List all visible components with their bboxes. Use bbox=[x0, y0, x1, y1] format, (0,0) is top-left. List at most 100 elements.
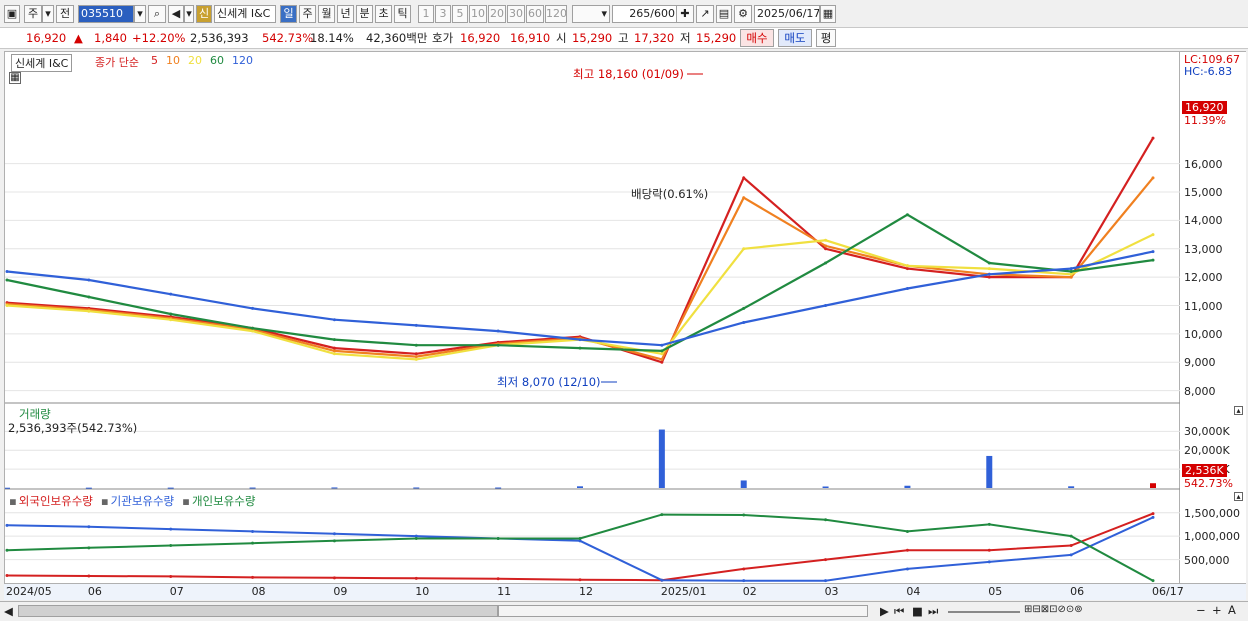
series-point bbox=[414, 536, 418, 540]
series-point bbox=[251, 575, 255, 579]
count-field[interactable]: 265/600 bbox=[612, 5, 678, 23]
open-label: 시 bbox=[556, 31, 567, 45]
series-point bbox=[1069, 275, 1073, 279]
last-page-icon[interactable]: ⏭ bbox=[928, 604, 938, 619]
ask-price: 16,920 bbox=[460, 31, 501, 45]
code-dropdown-icon[interactable]: ▾ bbox=[134, 5, 146, 23]
series-point bbox=[332, 318, 336, 322]
count-total: /600 bbox=[650, 7, 675, 20]
buy-button[interactable]: 매수 bbox=[740, 29, 774, 47]
gear-icon[interactable]: ⚙ bbox=[734, 5, 752, 23]
zoom-slider[interactable] bbox=[948, 611, 1020, 613]
series-point bbox=[824, 558, 828, 562]
interval-tab[interactable]: 60 bbox=[526, 5, 544, 23]
date-field[interactable]: 2025/06/17 bbox=[754, 5, 820, 23]
series-point bbox=[251, 529, 255, 533]
x-tick-label: 11 bbox=[497, 585, 512, 598]
volume-bar bbox=[904, 485, 911, 488]
chart-canvas[interactable]: 신세계 I&C 종가 단순 5 10 20 60 120 ▦ 최고 18,160 (01… bbox=[4, 51, 1181, 600]
series-point bbox=[1151, 136, 1155, 140]
period-tab[interactable]: 틱 bbox=[394, 5, 411, 23]
period-tab[interactable]: 분 bbox=[356, 5, 373, 23]
y-tick-label: 1,000,000 bbox=[1184, 530, 1240, 544]
dividend-annotation: 배당락(0.61%) bbox=[631, 187, 709, 201]
interval-tab[interactable]: 5 bbox=[452, 5, 468, 23]
interval-tab[interactable]: 1 bbox=[418, 5, 434, 23]
series-point bbox=[332, 338, 336, 342]
draw-tool-icon[interactable]: ↗ bbox=[696, 5, 714, 23]
period-tab[interactable]: 월 bbox=[318, 5, 335, 23]
scroll-left-icon[interactable]: ◀ bbox=[4, 604, 13, 618]
series-point bbox=[578, 346, 582, 350]
font-size-icon[interactable]: A bbox=[1228, 603, 1236, 617]
volume-pane-close-icon[interactable]: ▴ bbox=[1234, 406, 1243, 415]
series-point bbox=[251, 326, 255, 330]
y-tick-label: 9,000 bbox=[1184, 356, 1216, 370]
series-point bbox=[332, 532, 336, 536]
scrollbar-track[interactable] bbox=[18, 605, 498, 617]
sell-button[interactable]: 매도 bbox=[778, 29, 812, 47]
scope-select[interactable]: 전 bbox=[56, 5, 74, 23]
period-tab[interactable]: 일 bbox=[280, 5, 297, 23]
series-point bbox=[414, 576, 418, 580]
series-point bbox=[1069, 534, 1073, 538]
stop-icon[interactable]: ■ bbox=[912, 604, 923, 618]
interval-tab[interactable]: 30 bbox=[507, 5, 525, 23]
scroll-right-icon[interactable]: ▶ bbox=[880, 604, 889, 618]
series-point bbox=[1069, 544, 1073, 547]
ma-label: 종가 단순 bbox=[95, 56, 139, 69]
series-point bbox=[987, 560, 991, 564]
scrollbar-thumb[interactable] bbox=[498, 605, 868, 617]
count-value: 265 bbox=[629, 7, 651, 20]
up-arrow-icon: ▲ bbox=[74, 31, 83, 45]
zoom-in-icon[interactable]: + bbox=[1212, 603, 1222, 617]
interval-dropdown-icon: ▾ bbox=[601, 7, 607, 20]
save-icon[interactable]: ▤ bbox=[716, 5, 732, 23]
type-select[interactable]: 주 bbox=[24, 5, 42, 23]
legend-marker-icon: ▪ bbox=[100, 494, 109, 508]
y-tick-label: 16,000 bbox=[1184, 157, 1223, 171]
window-menu-icon[interactable]: ▣ bbox=[4, 5, 20, 23]
series-point bbox=[169, 312, 173, 316]
x-tick-label: 06 bbox=[87, 585, 102, 598]
series-point bbox=[824, 518, 828, 522]
speaker-dropdown-icon[interactable]: ▾ bbox=[184, 5, 194, 23]
series-point bbox=[169, 544, 173, 547]
calendar-icon[interactable]: ▦ bbox=[820, 5, 836, 23]
series-point bbox=[332, 349, 336, 353]
period-tab[interactable]: 년 bbox=[337, 5, 354, 23]
series-point bbox=[824, 304, 828, 308]
y-tick-label: 13,000 bbox=[1184, 242, 1223, 256]
series-point bbox=[1151, 176, 1155, 180]
first-page-icon[interactable]: ⏮ bbox=[894, 604, 904, 619]
type-dropdown-icon[interactable]: ▾ bbox=[42, 5, 54, 23]
interval-tab[interactable]: 120 bbox=[545, 5, 567, 23]
period-tab[interactable]: 주 bbox=[299, 5, 316, 23]
toolbar: ▣ 주 ▾ 전 035510 ▾ ⌕ ◀ ▾ 신 신세계 I&C 일주월년분초틱… bbox=[0, 0, 1248, 28]
bid-price: 16,910 bbox=[510, 31, 551, 45]
period-tab[interactable]: 초 bbox=[375, 5, 392, 23]
eval-button[interactable]: 평 bbox=[816, 29, 836, 47]
series-point bbox=[987, 272, 991, 276]
high-label: 고 bbox=[618, 31, 629, 45]
drawing-tools-icon[interactable]: ⊞⊟⊠⊡⊘⊙⊚ bbox=[1024, 604, 1083, 615]
series-point bbox=[987, 267, 991, 271]
interval-tab[interactable]: 10 bbox=[469, 5, 487, 23]
interval-custom-select[interactable]: ▾ bbox=[572, 5, 610, 23]
legend-marker-icon: ▪ bbox=[9, 494, 17, 508]
code-input[interactable]: 035510 bbox=[78, 5, 134, 23]
grid-toggle-icon[interactable]: ▦ bbox=[9, 72, 21, 84]
search-icon[interactable]: ⌕ bbox=[148, 5, 166, 23]
series-point bbox=[824, 579, 828, 583]
interval-tab[interactable]: 20 bbox=[488, 5, 506, 23]
series-point bbox=[905, 213, 909, 217]
current-price: 16,920 bbox=[26, 31, 67, 45]
zoom-out-icon[interactable]: − bbox=[1196, 603, 1206, 617]
interval-tab[interactable]: 3 bbox=[435, 5, 451, 23]
holding-pane-close-icon[interactable]: ▴ bbox=[1234, 492, 1243, 501]
speaker-icon[interactable]: ◀ bbox=[168, 5, 184, 23]
y-tick-label: 20,000K bbox=[1184, 444, 1230, 458]
crosshair-icon[interactable]: ✚ bbox=[676, 5, 694, 23]
series-point bbox=[332, 346, 336, 350]
y-tick-label: 8,000 bbox=[1184, 384, 1216, 398]
